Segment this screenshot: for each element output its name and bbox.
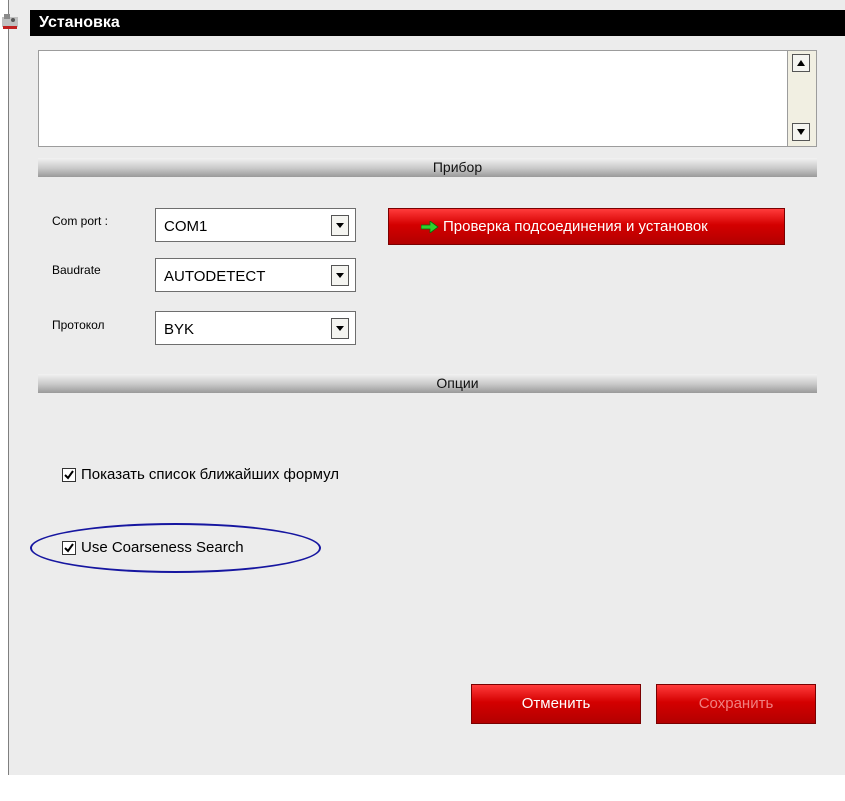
com-port-value: COM1: [164, 218, 208, 235]
save-label: Сохранить: [698, 695, 774, 712]
com-port-select[interactable]: COM1: [155, 208, 356, 242]
show-nearest-label: Показать список ближайших формул: [81, 466, 339, 483]
show-nearest-checkbox[interactable]: [62, 468, 76, 482]
baudrate-value: AUTODETECT: [164, 268, 266, 285]
arrow-down-icon: [797, 129, 805, 135]
section-header-device: Прибор: [38, 158, 817, 177]
cancel-label: Отменить: [521, 695, 591, 712]
window-title: Установка: [39, 14, 120, 31]
log-scrollbar[interactable]: [787, 50, 817, 147]
scroll-down-button[interactable]: [792, 123, 810, 141]
section-header-options: Опции: [38, 374, 817, 393]
com-port-dropdown-button[interactable]: [331, 215, 349, 236]
baudrate-select[interactable]: AUTODETECT: [155, 258, 356, 292]
protocol-select[interactable]: BYK: [155, 311, 356, 345]
chevron-down-icon: [336, 223, 344, 228]
log-textarea[interactable]: [38, 50, 817, 147]
check-connection-button[interactable]: Проверка подсоединения и установок: [388, 208, 785, 245]
protocol-label: Протокол: [52, 318, 105, 332]
com-port-label: Com port :: [52, 214, 109, 228]
arrow-up-icon: [797, 60, 805, 66]
save-button[interactable]: Сохранить: [656, 684, 816, 724]
chevron-down-icon: [336, 273, 344, 278]
highlight-oval: [30, 523, 321, 573]
title-bar: Установка: [30, 10, 845, 36]
cancel-button[interactable]: Отменить: [471, 684, 641, 724]
check-connection-label: Проверка подсоединения и установок: [443, 218, 708, 235]
chevron-down-icon: [336, 326, 344, 331]
app-icon: [0, 11, 22, 33]
protocol-dropdown-button[interactable]: [331, 318, 349, 339]
checkmark-icon: [64, 470, 74, 480]
baudrate-dropdown-button[interactable]: [331, 265, 349, 286]
protocol-value: BYK: [164, 321, 195, 338]
baudrate-label: Baudrate: [52, 263, 101, 277]
arrow-right-icon: [421, 221, 439, 233]
scroll-up-button[interactable]: [792, 54, 810, 72]
section-title-options: Опции: [436, 375, 479, 391]
section-title-device: Прибор: [432, 159, 483, 175]
